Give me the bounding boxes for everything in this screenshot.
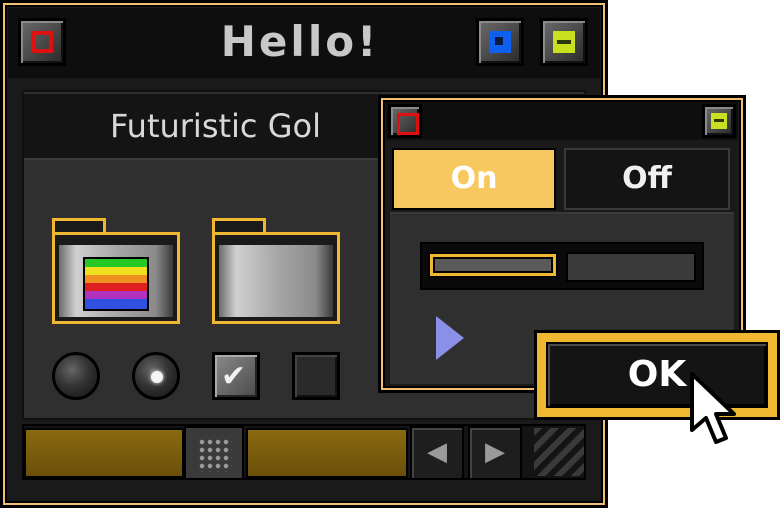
play-arrow-icon[interactable] bbox=[436, 316, 464, 360]
checkbox-checked[interactable]: ✔ bbox=[212, 352, 260, 400]
restore-button[interactable] bbox=[476, 18, 524, 66]
dialog-titlebar[interactable] bbox=[386, 102, 738, 140]
radio-button-selected[interactable] bbox=[132, 352, 180, 400]
grip-dots-icon bbox=[198, 438, 232, 472]
dialog-menu-button[interactable] bbox=[702, 104, 736, 138]
window-title: Hello! bbox=[220, 17, 380, 66]
dialog-close-button[interactable] bbox=[388, 104, 422, 138]
scroll-left-button[interactable]: ◀ bbox=[410, 426, 464, 480]
resize-grip-icon[interactable] bbox=[534, 428, 584, 476]
rainbow-picture-icon bbox=[83, 257, 149, 311]
arrow-right-icon: ▶ bbox=[485, 437, 505, 467]
close-button[interactable] bbox=[18, 18, 66, 66]
slider-fill[interactable] bbox=[428, 252, 558, 278]
radio-button-unselected[interactable] bbox=[52, 352, 100, 400]
menu-icon bbox=[553, 31, 575, 53]
close-icon bbox=[397, 113, 419, 135]
toggle-off-button[interactable]: Off bbox=[564, 148, 730, 210]
folder-icon[interactable] bbox=[212, 232, 340, 324]
menu-icon bbox=[711, 113, 727, 129]
close-icon bbox=[31, 31, 53, 53]
checkbox-unchecked[interactable] bbox=[292, 352, 340, 400]
folder-body bbox=[219, 245, 333, 317]
restore-icon bbox=[489, 31, 511, 53]
grip-handle[interactable] bbox=[184, 426, 244, 480]
toggle-on-button[interactable]: On bbox=[392, 148, 556, 210]
status-segment-left bbox=[24, 428, 184, 478]
rainbow-folder-icon[interactable] bbox=[52, 232, 180, 324]
mouse-cursor-icon bbox=[690, 372, 736, 444]
slider-remaining bbox=[566, 252, 696, 282]
status-segment-right bbox=[246, 428, 408, 478]
menu-button[interactable] bbox=[540, 18, 588, 66]
checkmark-icon: ✔ bbox=[221, 359, 247, 394]
panel-title: Futuristic Gol bbox=[110, 107, 321, 145]
scroll-right-button[interactable]: ▶ bbox=[468, 426, 522, 480]
arrow-left-icon: ◀ bbox=[427, 437, 447, 467]
